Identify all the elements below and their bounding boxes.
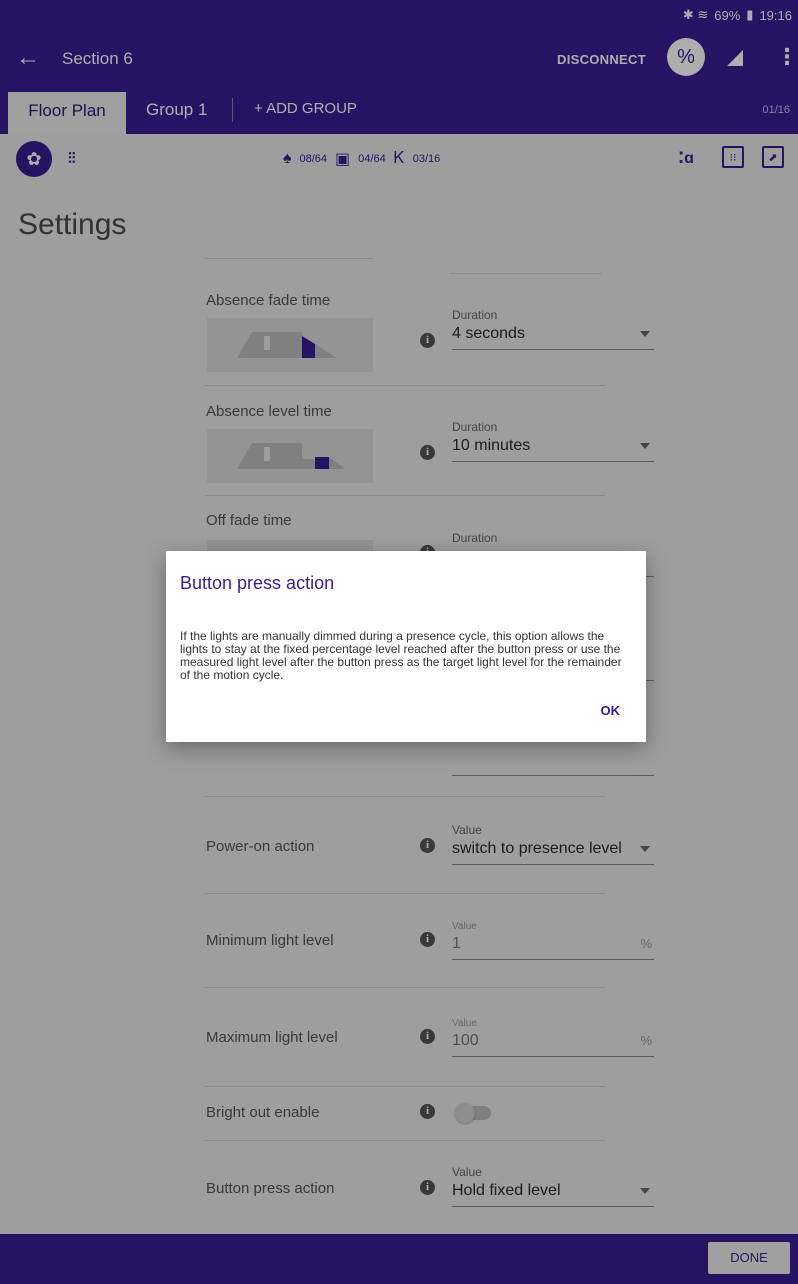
info-dialog: Button press action If the lights are ma… (166, 551, 646, 742)
dialog-title: Button press action (180, 573, 335, 593)
dialog-body: If the lights are manually dimmed during… (180, 629, 622, 682)
ok-button[interactable]: OK (601, 703, 621, 718)
